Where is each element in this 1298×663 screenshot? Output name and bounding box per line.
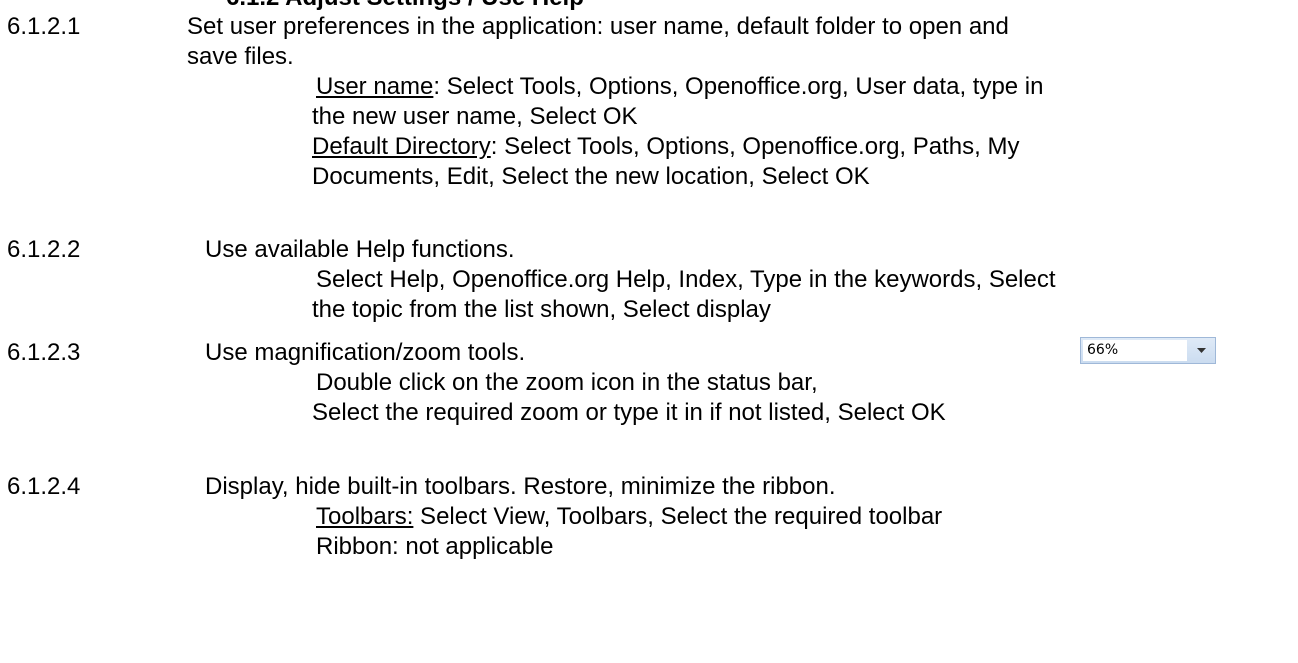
default-directory-label: Default Directory bbox=[312, 133, 491, 160]
item-heading: Use magnification/zoom tools. bbox=[205, 339, 526, 366]
item-heading: Use available Help functions. bbox=[205, 236, 515, 263]
item-heading-cont: save files. bbox=[187, 43, 294, 70]
toolbars-text: Select View, Toolbars, Select the requir… bbox=[413, 503, 943, 530]
help-instruction-cont: the topic from the list shown, Select di… bbox=[312, 296, 771, 323]
zoom-instruction: Double click on the zoom icon in the sta… bbox=[316, 369, 818, 396]
default-directory-text-cont: Documents, Edit, Select the new location… bbox=[312, 163, 870, 190]
user-name-text-cont: the new user name, Select OK bbox=[312, 103, 638, 130]
default-directory-text: : Select Tools, Options, Openoffice.org,… bbox=[490, 133, 1020, 160]
item-number: 6.1.2.2 bbox=[7, 236, 81, 263]
toolbars-instruction: Toolbars: Select View, Toolbars, Select … bbox=[316, 502, 942, 532]
toolbars-label: Toolbars: bbox=[316, 503, 414, 530]
chevron-down-icon bbox=[1189, 340, 1213, 361]
help-instruction: Select Help, Openoffice.org Help, Index,… bbox=[316, 266, 1056, 293]
user-name-label: User name bbox=[316, 73, 434, 100]
user-name-instruction: User name: Select Tools, Options, Openof… bbox=[316, 72, 1044, 102]
item-heading: Display, hide built-in toolbars. Restore… bbox=[205, 473, 836, 500]
ribbon-instruction: Ribbon: not applicable bbox=[316, 533, 554, 560]
default-directory-instruction: Default Directory: Select Tools, Options… bbox=[312, 132, 1019, 162]
item-number: 6.1.2.3 bbox=[7, 339, 81, 366]
zoom-value: 66% bbox=[1083, 340, 1187, 361]
zoom-instruction-cont: Select the required zoom or type it in i… bbox=[312, 399, 946, 426]
item-heading: Set user preferences in the application:… bbox=[187, 13, 1009, 40]
user-name-text: : Select Tools, Options, Openoffice.org,… bbox=[433, 73, 1044, 100]
item-number: 6.1.2.4 bbox=[7, 473, 81, 500]
item-number: 6.1.2.1 bbox=[7, 13, 81, 40]
